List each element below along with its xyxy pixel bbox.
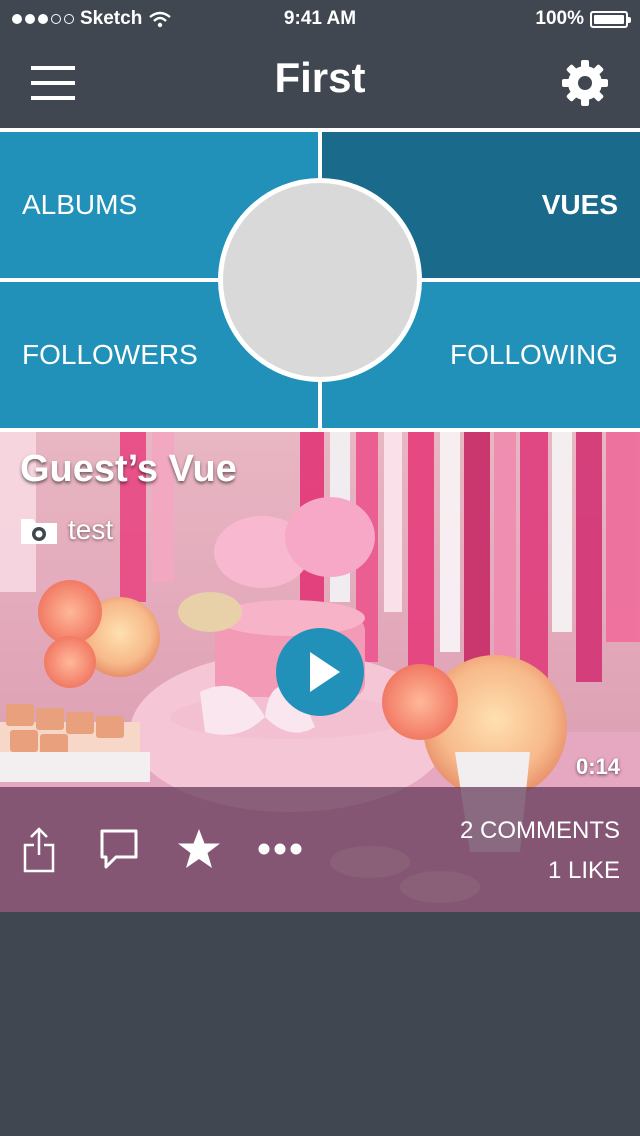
action-bar: 2 COMMENTS 1 LIKE <box>0 787 640 912</box>
more-icon[interactable] <box>256 841 304 857</box>
share-icon[interactable] <box>22 827 56 873</box>
video-duration: 0:14 <box>575 754 620 779</box>
comments-count[interactable]: 2 COMMENTS <box>460 817 620 845</box>
avatar[interactable] <box>218 178 422 382</box>
comment-icon[interactable] <box>98 827 140 869</box>
gear-icon[interactable] <box>560 58 610 108</box>
vue-title: Guest’s Vue <box>20 448 237 490</box>
likes-count[interactable]: 1 LIKE <box>548 857 620 885</box>
star-icon[interactable] <box>176 827 222 871</box>
page-title: First <box>274 54 366 101</box>
album-tag[interactable]: test <box>20 514 113 546</box>
vue-card: Guest’s Vue test 0:14 2 COMMENTS 1 LIKE <box>0 432 640 912</box>
battery-percent: 100% <box>535 8 584 29</box>
battery-icon <box>590 10 631 28</box>
camera-folder-icon <box>21 519 57 544</box>
vues-label: VUES <box>541 189 618 220</box>
status-right: 100% <box>535 8 631 30</box>
navigation-bar: First <box>0 40 640 128</box>
play-button[interactable] <box>276 628 364 716</box>
followers-label: FOLLOWERS <box>22 339 198 370</box>
status-bar: Sketch 9:41 AM 100% <box>0 0 640 40</box>
following-label: FOLLOWING <box>449 339 618 370</box>
albums-label: ALBUMS <box>22 189 138 220</box>
profile-stats-grid: ALBUMS VUES FOLLOWERS FOLLOWING <box>0 128 640 432</box>
album-name: test <box>68 514 114 545</box>
play-icon <box>310 652 340 692</box>
